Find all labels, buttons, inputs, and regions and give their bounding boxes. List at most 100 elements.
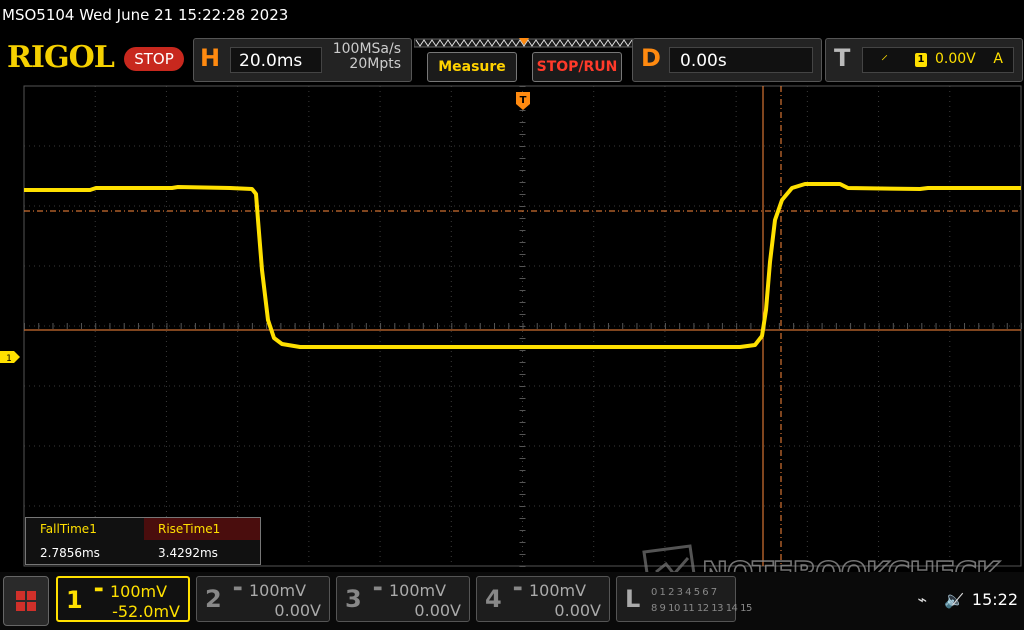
center-axis-tick — [66, 323, 68, 329]
channel2-scale: 100mV — [249, 581, 307, 600]
clock: 15:22 — [971, 590, 1018, 609]
trigger-settings[interactable]: ⸍ 1 0.00V A — [862, 47, 1014, 73]
center-axis-tick — [508, 323, 510, 329]
center-axis-tick — [52, 323, 54, 329]
measure-button[interactable]: Measure — [427, 52, 517, 82]
center-axis-tick — [437, 323, 439, 329]
logic-analyzer-box[interactable]: L 0 1 2 3 4 5 6 7 8 9 10 11 12 13 14 15 — [616, 576, 752, 622]
center-axis-tick — [565, 323, 567, 329]
channel2-box[interactable]: 2 ▬ 100mV 0.00V — [196, 576, 330, 622]
center-axis-tick — [380, 323, 382, 329]
dc-coupling-icon: ▬ — [233, 583, 243, 594]
center-axis-tick — [864, 323, 866, 329]
acquisition-info: 100MSa/s 20Mpts — [333, 42, 401, 72]
trigger-level: 0.00V — [935, 51, 976, 67]
center-axis-tick — [519, 194, 526, 195]
center-axis-tick — [736, 323, 738, 329]
center-axis-tick — [964, 323, 966, 329]
center-axis-tick — [519, 242, 526, 243]
center-axis-tick — [422, 323, 424, 329]
center-axis-tick — [308, 323, 310, 329]
center-axis-tick — [519, 170, 526, 171]
fall-time-value: 2.7856ms — [40, 546, 100, 560]
center-axis-tick — [519, 278, 526, 279]
center-axis-tick — [519, 350, 526, 351]
memory-position-bar[interactable] — [414, 38, 634, 48]
horizontal-panel[interactable]: H 20.0ms 100MSa/s 20Mpts — [193, 38, 412, 82]
center-axis-tick — [807, 323, 809, 329]
horizontal-letter: H — [200, 44, 221, 72]
center-axis-tick — [519, 386, 526, 387]
title-bar: MSO5104 Wed June 21 15:22:28 2023 — [0, 0, 1024, 34]
dc-coupling-icon: ▬ — [94, 584, 104, 595]
center-axis-tick — [479, 323, 481, 329]
rising-edge-icon: ⸍ — [881, 53, 888, 69]
center-axis-tick — [579, 323, 581, 329]
center-axis-tick — [337, 323, 339, 329]
center-axis-tick — [949, 323, 951, 329]
center-axis-tick — [519, 122, 526, 123]
center-axis-tick — [152, 323, 154, 329]
center-axis-tick — [778, 323, 780, 329]
waveform-display[interactable]: T 1 — [0, 84, 1024, 570]
channel4-box[interactable]: 4 ▬ 100mV 0.00V — [476, 576, 610, 622]
channel1-offset: -52.0mV — [112, 602, 180, 621]
channel1-marker-label: 1 — [6, 354, 12, 364]
channel3-number: 3 — [345, 585, 362, 613]
main-menu-button[interactable] — [3, 576, 49, 626]
center-axis-tick — [519, 518, 526, 519]
center-axis-tick — [465, 323, 467, 329]
center-axis-tick — [519, 506, 526, 507]
center-axis-tick — [519, 338, 526, 339]
trigger-source: 1 — [915, 53, 927, 67]
measurement-panel[interactable]: FallTime1 RiseTime1 2.7856ms 3.4292ms — [25, 517, 261, 565]
center-axis-tick — [223, 323, 225, 329]
run-state-badge[interactable]: STOP — [124, 47, 184, 71]
rigol-logo: RIGOL — [7, 40, 115, 75]
speaker-muted-icon[interactable]: 🔈̸ — [944, 590, 964, 609]
center-axis-tick — [1006, 323, 1008, 329]
center-axis-tick — [892, 323, 894, 329]
center-axis-tick — [519, 146, 526, 147]
center-axis-tick — [550, 323, 552, 329]
center-axis-tick — [519, 446, 526, 447]
center-axis-tick — [123, 323, 125, 329]
trigger-panel[interactable]: T ⸍ 1 0.00V A — [825, 38, 1023, 82]
center-axis-tick — [519, 230, 526, 231]
center-axis-tick — [978, 323, 980, 329]
rise-time-label: RiseTime1 — [144, 518, 260, 540]
channel3-box[interactable]: 3 ▬ 100mV 0.00V — [336, 576, 470, 622]
center-axis-tick — [519, 470, 526, 471]
center-axis-tick — [519, 134, 526, 135]
center-axis-tick — [266, 323, 268, 329]
center-axis-tick — [519, 290, 526, 291]
channel4-offset: 0.00V — [554, 601, 601, 620]
channel2-offset: 0.00V — [274, 601, 321, 620]
center-axis-tick — [519, 314, 526, 315]
channel3-offset: 0.00V — [414, 601, 461, 620]
stop-run-button[interactable]: STOP/RUN — [532, 52, 622, 82]
delay-letter: D — [641, 44, 661, 72]
center-axis-tick — [721, 323, 723, 329]
delay-panel[interactable]: D 0.00s — [632, 38, 822, 82]
timebase-value[interactable]: 20.0ms — [230, 47, 322, 73]
channel1-scale: 100mV — [110, 582, 168, 601]
center-axis-tick — [209, 323, 211, 329]
center-axis-tick — [323, 323, 325, 329]
center-axis-tick — [935, 323, 937, 329]
center-axis-tick — [519, 302, 526, 303]
dc-coupling-icon: ▬ — [373, 583, 383, 594]
channel1-box[interactable]: 1 ▬ 100mV -52.0mV — [56, 576, 190, 622]
center-axis-tick — [38, 323, 40, 329]
center-axis-tick — [821, 323, 823, 329]
center-axis-tick — [351, 323, 353, 329]
logic-channels-row1: 0 1 2 3 4 5 6 7 — [651, 587, 717, 598]
center-axis-tick — [693, 323, 695, 329]
center-axis-tick — [180, 323, 182, 329]
center-axis-tick — [109, 323, 111, 329]
center-axis-tick — [636, 323, 638, 329]
center-axis-tick — [519, 218, 526, 219]
center-axis-tick — [95, 323, 97, 329]
usb-icon[interactable]: ⌁ — [917, 590, 927, 609]
delay-value[interactable]: 0.00s — [669, 47, 813, 73]
